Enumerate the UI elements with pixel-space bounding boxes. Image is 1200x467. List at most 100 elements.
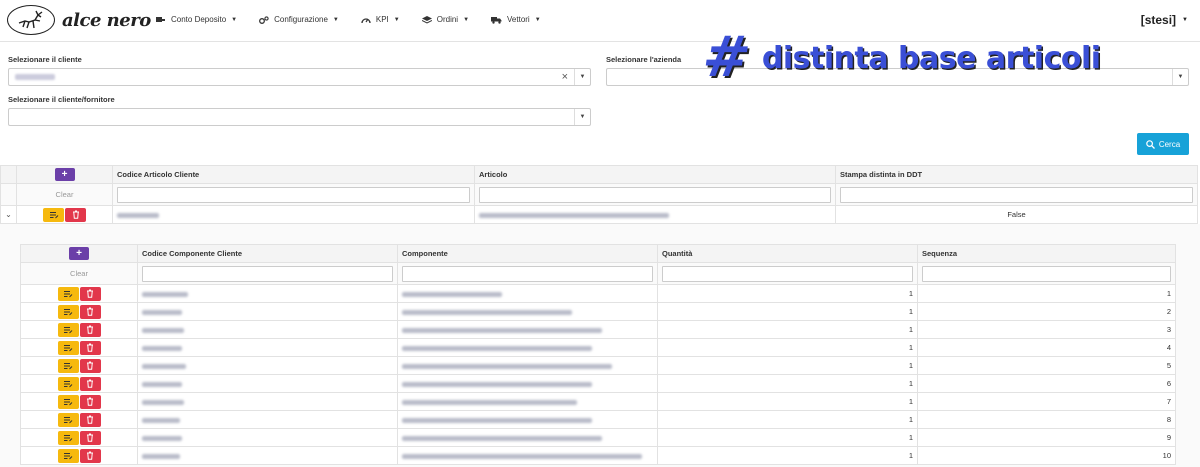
add-row-button[interactable]: + — [54, 168, 75, 181]
sequenza-filter[interactable] — [922, 265, 1171, 282]
nav-label: Conto Deposito — [171, 15, 227, 24]
edit-button[interactable] — [57, 304, 79, 319]
edit-button[interactable] — [57, 376, 79, 391]
edit-button[interactable] — [57, 394, 79, 409]
chevron-down-icon[interactable]: ▼ — [574, 69, 590, 85]
search-button[interactable]: Cerca — [1137, 133, 1189, 155]
articolo-filter[interactable] — [479, 186, 831, 203]
edit-list-icon — [64, 326, 73, 333]
edit-button[interactable] — [57, 286, 79, 301]
fornitore-label: Selezionare il cliente/fornitore — [8, 95, 115, 104]
nav-vettori[interactable]: Vettori ▼ — [491, 15, 541, 24]
table-row[interactable]: 16 — [20, 374, 1176, 393]
delete-button[interactable] — [79, 358, 101, 373]
collapse-row-icon[interactable]: ⌄ — [0, 205, 17, 224]
sequenza-cell: 8 — [917, 410, 1176, 429]
trash-icon — [87, 289, 93, 298]
trash-icon — [87, 343, 93, 352]
codice-articolo-filter[interactable] — [117, 186, 470, 203]
quantita-cell: 1 — [657, 302, 918, 321]
edit-button[interactable] — [57, 322, 79, 337]
componente-filter[interactable] — [402, 265, 653, 282]
clear-filters-button[interactable]: Clear — [20, 262, 138, 285]
fornitore-select[interactable]: ▼ — [8, 108, 591, 126]
table-row[interactable]: ⌄ False — [0, 205, 1198, 224]
table-row[interactable]: 14 — [20, 338, 1176, 357]
stampa-distinta-filter[interactable] — [840, 186, 1193, 203]
caret-down-icon: ▼ — [393, 16, 400, 23]
codice-componente-filter[interactable] — [142, 265, 393, 282]
brand-logo[interactable]: alce nero — [7, 5, 151, 35]
table-row[interactable]: 1 10 — [20, 446, 1176, 465]
table-row[interactable]: 19 — [20, 428, 1176, 447]
delete-button[interactable] — [79, 430, 101, 445]
quantita-cell: 1 — [657, 338, 918, 357]
delete-button[interactable] — [79, 448, 101, 463]
nav-ordini[interactable]: Ordini ▼ — [421, 15, 470, 24]
codice-componente-cell — [137, 410, 398, 429]
delete-button[interactable] — [79, 304, 101, 319]
caret-down-icon: ▼ — [463, 16, 470, 23]
sequenza-cell: 9 — [917, 428, 1176, 447]
articoli-table: + Codice Articolo Cliente Articolo Stamp… — [0, 165, 1198, 224]
componente-cell — [397, 446, 658, 465]
edit-list-icon — [64, 380, 73, 387]
edit-list-icon — [64, 344, 73, 351]
delete-button[interactable] — [79, 394, 101, 409]
delete-button[interactable] — [79, 340, 101, 355]
azienda-label: Selezionare l'azienda — [606, 55, 682, 64]
header-codice-componente: Codice Componente Cliente — [137, 244, 398, 263]
nav-conto-deposito[interactable]: Conto Deposito ▼ — [156, 15, 237, 24]
table-row[interactable]: 13 — [20, 320, 1176, 339]
nav-configurazione[interactable]: Configurazione ▼ — [259, 15, 339, 24]
chevron-down-icon[interactable]: ▼ — [1172, 69, 1188, 85]
quantita-filter[interactable] — [662, 265, 913, 282]
header-actions: + — [16, 165, 113, 184]
user-menu[interactable]: [stesi] ▼ — [1141, 13, 1188, 27]
trash-icon — [87, 361, 93, 370]
header-codice-articolo: Codice Articolo Cliente — [112, 165, 475, 184]
nav-label: Ordini — [436, 15, 459, 24]
search-button-label: Cerca — [1158, 139, 1181, 149]
edit-button[interactable] — [57, 412, 79, 427]
edit-button[interactable] — [57, 340, 79, 355]
delete-button[interactable] — [79, 412, 101, 427]
clear-filters-button[interactable]: Clear — [16, 183, 113, 206]
table-row[interactable]: 15 — [20, 356, 1176, 375]
cliente-select[interactable]: × ▼ — [8, 68, 591, 86]
componenti-table: + Codice Componente Cliente Componente Q… — [20, 244, 1176, 465]
edit-button[interactable] — [57, 448, 79, 463]
table-row[interactable]: 11 — [20, 284, 1176, 303]
trash-icon — [87, 307, 93, 316]
nav-label: KPI — [375, 15, 389, 24]
delete-button[interactable] — [79, 286, 101, 301]
delete-button[interactable] — [65, 207, 86, 222]
table-row[interactable]: 18 — [20, 410, 1176, 429]
codice-componente-cell — [137, 302, 398, 321]
quantita-cell: 1 — [657, 374, 918, 393]
edit-list-icon — [64, 308, 73, 315]
page-title-overlay: # distinta base articoli — [699, 25, 1102, 90]
delete-button[interactable] — [79, 322, 101, 337]
trash-icon — [87, 433, 93, 442]
header-quantita: Quantità — [657, 244, 918, 263]
edit-button[interactable] — [57, 430, 79, 445]
clear-selection-icon[interactable]: × — [562, 71, 568, 83]
header-stampa-distinta: Stampa distinta in DDT — [835, 165, 1198, 184]
edit-list-icon — [64, 398, 73, 405]
trash-icon — [87, 325, 93, 334]
cliente-label: Selezionare il cliente — [8, 55, 82, 64]
sequenza-cell: 6 — [917, 374, 1176, 393]
add-component-button[interactable]: + — [69, 247, 89, 260]
edit-button[interactable] — [43, 207, 64, 222]
table-row[interactable]: 12 — [20, 302, 1176, 321]
codice-componente-cell — [137, 446, 398, 465]
edit-button[interactable] — [57, 358, 79, 373]
table-row[interactable]: 17 — [20, 392, 1176, 411]
delete-button[interactable] — [79, 376, 101, 391]
chevron-down-icon[interactable]: ▼ — [574, 109, 590, 125]
componente-cell — [397, 356, 658, 375]
componente-cell — [397, 320, 658, 339]
nav-kpi[interactable]: KPI ▼ — [361, 15, 400, 24]
codice-componente-cell — [137, 320, 398, 339]
